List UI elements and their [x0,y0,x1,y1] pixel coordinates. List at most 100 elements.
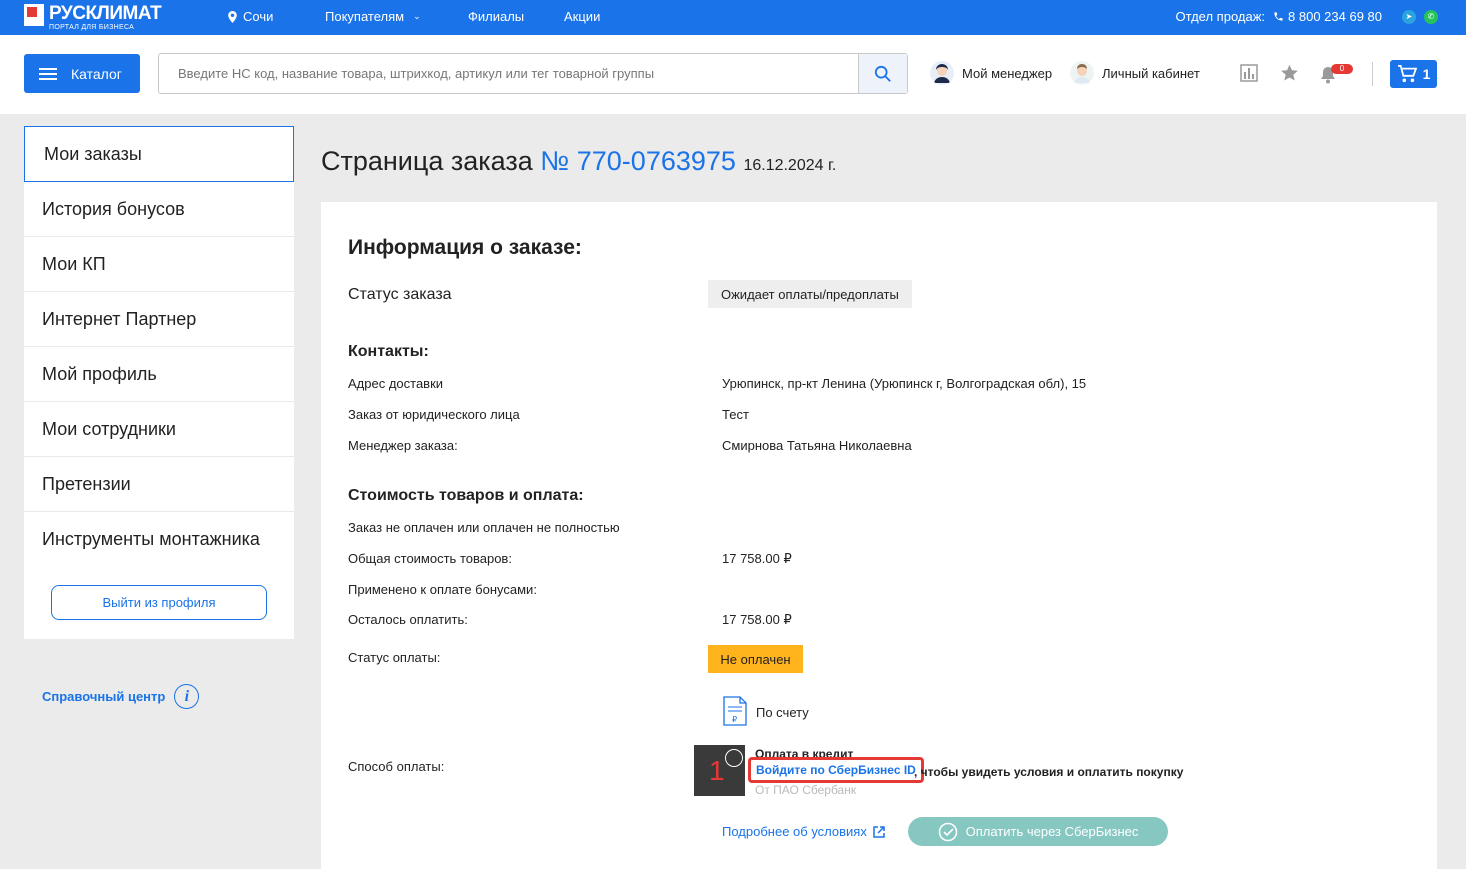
conditions-link-label: Подробнее об условиях [722,824,867,839]
total-cost-value: 17 758.00 ₽ [722,551,792,566]
whatsapp-icon[interactable]: ✆ [1424,9,1438,24]
sidebar-item-installer-tools[interactable]: Инструменты монтажника [24,512,294,567]
logo-icon [24,4,44,26]
order-status-label: Статус заказа [348,286,452,303]
logo-name: РУСКЛИМАТ [49,3,162,24]
conditions-link[interactable]: Подробнее об условиях [722,824,885,839]
nav-branches[interactable]: Филиалы [468,9,524,24]
address-label: Адрес доставки [348,376,444,391]
help-center-link[interactable]: Справочный центр i [42,684,200,709]
sidebar-item-label: Мои сотрудники [42,418,176,439]
personal-account-label: Личный кабинет [1102,65,1200,81]
sidebar-item-my-quotes[interactable]: Мои КП [24,237,294,292]
nav-buyers-label: Покупателям [325,9,405,24]
sidebar-item-label: Мои КП [42,253,106,274]
payment-status-badge: Не оплачен [708,645,803,673]
sber-check-icon [938,822,957,841]
order-manager-label: Менеджер заказа: [348,438,458,453]
compare-chart-icon[interactable] [1240,64,1258,82]
cart-button[interactable]: 1 [1390,60,1437,88]
logout-button[interactable]: Выйти из профиля [51,585,267,620]
sidebar-item-internet-partner[interactable]: Интернет Партнер [24,292,294,347]
nav-buyers[interactable]: Покупателям ⌄ [325,9,421,24]
manager-avatar-icon [930,61,954,85]
annotation-number: 1 [709,755,725,786]
sidebar-item-label: Мои заказы [44,143,142,164]
phone-icon [1274,12,1283,21]
sidebar-item-bonus-history[interactable]: История бонусов [24,182,294,237]
nav-promotions-label: Акции [564,9,601,24]
sales-phone[interactable]: 8 800 234 69 80 [1288,9,1382,24]
order-date: 16.12.2024 г. [743,157,837,174]
legal-entity-value: Тест [722,407,749,422]
logo-subtitle: ПОРТАЛ ДЛЯ БИЗНЕСА [49,24,135,31]
my-manager-label: Мой менеджер [962,65,1053,81]
sidebar-item-claims[interactable]: Претензии [24,457,294,512]
my-manager-link[interactable]: Мой менеджер [930,61,1052,85]
search-button[interactable] [858,54,907,93]
sidebar-item-my-employees[interactable]: Мои сотрудники [24,402,294,457]
check-circle-icon [725,749,743,767]
order-manager-value: Смирнова Татьяна Николаевна [722,438,912,453]
sidebar-item-label: Инструменты монтажника [42,529,260,549]
top-bar: РУСКЛИМАТ ПОРТАЛ ДЛЯ БИЗНЕСА Сочи Покупа… [0,0,1466,35]
account-sidebar: Мои заказы История бонусов Мои КП Интерн… [24,126,294,639]
sberbusiness-pay-button[interactable]: Оплатить через СберБизнес [908,817,1168,846]
notifications-badge: 0 [1331,64,1353,74]
order-status-badge: Ожидает оплаты/предоплаты [708,280,912,308]
invoice-option-label[interactable]: По счету [756,705,809,720]
sber-login-hint: , чтобы увидеть условия и оплатить покуп… [914,765,1184,779]
cost-title: Стоимость товаров и оплата: [348,487,584,504]
page-title-text: Страница заказа [321,146,533,176]
sber-id-login-link[interactable]: Войдите по СберБизнес ID [748,757,924,783]
help-center-label: Справочный центр [42,689,166,704]
telegram-icon[interactable]: ➤ [1402,9,1416,24]
sales-label: Отдел продаж: [1175,9,1266,24]
remaining-value: 17 758.00 ₽ [722,612,792,627]
sidebar-item-my-orders[interactable]: Мои заказы [24,126,294,182]
invoice-document-icon[interactable]: ₽ [723,696,747,726]
location-pin-icon [228,10,237,23]
page-title: Страница заказа № 770-0763975 16.12.2024… [321,146,836,177]
total-cost-label: Общая стоимость товаров: [348,551,512,566]
logo[interactable]: РУСКЛИМАТ ПОРТАЛ ДЛЯ БИЗНЕСА [24,3,162,31]
sidebar-item-my-profile[interactable]: Мой профиль [24,347,294,402]
city-name: Сочи [243,9,274,24]
credit-provider: От ПАО Сбербанк [755,783,857,797]
remaining-label: Осталось оплатить: [348,612,468,627]
order-info-card: Информация о заказе: Статус заказа Ожида… [321,202,1437,869]
sidebar-item-label: Интернет Партнер [42,308,197,329]
city-selector[interactable]: Сочи [228,9,273,24]
main-header: Каталог Мой менеджер Личный кабинет 0 1 [0,35,1466,114]
account-avatar-icon [1070,61,1094,85]
legal-entity-label: Заказ от юридического лица [348,407,520,422]
not-paid-note: Заказ не оплачен или оплачен не полность… [348,520,620,535]
nav-branches-label: Филиалы [468,9,525,24]
order-info-title: Информация о заказе: [348,236,582,259]
nav-promotions[interactable]: Акции [564,9,600,24]
address-value: Урюпинск, пр-кт Ленина (Урюпинск г, Волг… [722,376,1087,391]
chevron-down-icon: ⌄ [413,11,421,21]
external-link-icon [873,825,885,838]
bonus-applied-label: Применено к оплате бонусами: [348,582,537,597]
contacts-title: Контакты: [348,343,429,360]
personal-account-link[interactable]: Личный кабинет [1070,61,1200,85]
cart-icon [1397,65,1417,83]
cart-count: 1 [1422,66,1431,82]
order-number: № 770-0763975 [540,146,736,176]
search-input[interactable] [159,54,858,93]
favorites-star-icon[interactable] [1280,64,1299,82]
catalog-button[interactable]: Каталог [24,54,140,93]
search-icon [874,65,891,82]
payment-method-label: Способ оплаты: [348,759,445,774]
search-bar [158,53,908,94]
header-divider [1372,62,1373,86]
sidebar-item-label: История бонусов [42,198,185,219]
sberbusiness-pay-label: Оплатить через СберБизнес [965,824,1139,839]
menu-icon [39,67,57,80]
payment-status-label: Статус оплаты: [348,650,441,665]
catalog-label: Каталог [71,65,122,82]
sales-contacts: Отдел продаж: 8 800 234 69 80 ➤ ✆ [1175,9,1438,24]
sidebar-item-label: Мой профиль [42,363,157,384]
svg-text:₽: ₽ [732,715,737,724]
